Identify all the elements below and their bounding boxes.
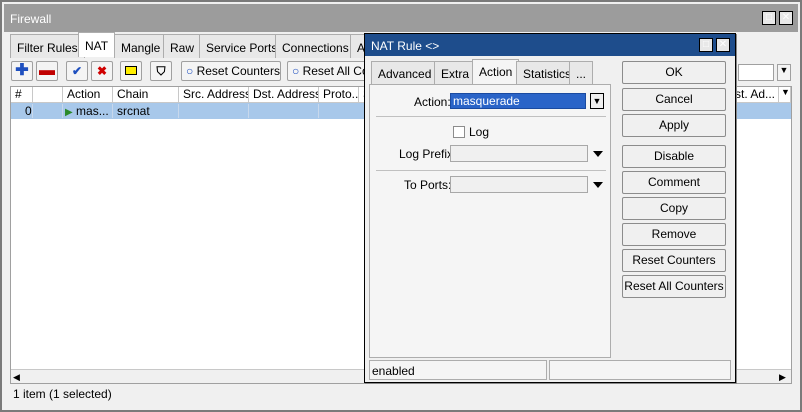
dialog-status-extra xyxy=(549,360,731,380)
status-bar: 1 item (1 selected) xyxy=(10,385,792,403)
disable-button[interactable]: Disable xyxy=(622,145,726,168)
reset-all-icon: ○ xyxy=(292,64,300,78)
log-label: Log xyxy=(469,125,490,139)
cancel-button[interactable]: Cancel xyxy=(622,88,726,111)
row-chain: srcnat xyxy=(113,104,179,118)
to-ports-label: To Ports: xyxy=(404,178,452,192)
row-flags xyxy=(33,104,63,118)
dialog-status: enabled xyxy=(369,360,547,380)
scroll-left-icon[interactable]: ◀ xyxy=(13,372,20,383)
row-action: mas... xyxy=(76,104,109,118)
find-dropdown[interactable]: ▼ xyxy=(777,64,791,81)
apply-button[interactable]: Apply xyxy=(622,114,726,137)
add-icon[interactable]: ✚ xyxy=(11,61,33,81)
rule-status: enabled xyxy=(372,364,415,378)
action-panel: Action: masquerade ▼ Log Log Prefix: To … xyxy=(369,84,611,358)
window-title: Firewall xyxy=(10,12,52,26)
log-checkbox[interactable] xyxy=(453,126,465,138)
col-number[interactable]: # xyxy=(11,87,33,103)
window-title-bar: Firewall □ ✕ xyxy=(4,4,798,32)
tab-extra[interactable]: Extra xyxy=(434,61,477,84)
ok-button[interactable]: OK xyxy=(622,61,726,84)
row-action-cell: ▶ mas... xyxy=(63,104,113,118)
action-label: Action: xyxy=(414,95,451,109)
col-src-address[interactable]: Src. Address xyxy=(179,87,249,103)
row-src-address xyxy=(179,104,249,118)
tab-mangle[interactable]: Mangle xyxy=(114,34,168,58)
copy-button[interactable]: Copy xyxy=(622,197,726,220)
col-action[interactable]: Action xyxy=(63,87,113,103)
reset-icon: ○ xyxy=(186,64,194,78)
comment-button[interactable]: Comment xyxy=(622,171,726,194)
disable-icon[interactable]: ✖ xyxy=(91,61,113,81)
masquerade-icon: ▶ xyxy=(65,107,73,118)
tab-action[interactable]: Action xyxy=(472,59,520,84)
nat-rule-dialog: NAT Rule <> □ ✕ Advanced Extra Action St… xyxy=(364,33,736,383)
col-protocol[interactable]: Proto... xyxy=(319,87,359,103)
reset-counters-button[interactable]: ○ Reset Counters xyxy=(181,61,281,81)
dialog-title: NAT Rule <> xyxy=(371,39,440,53)
divider xyxy=(376,116,606,117)
to-ports-dropdown-icon[interactable] xyxy=(593,182,603,188)
log-prefix-input[interactable] xyxy=(450,145,588,162)
dialog-maximize-button[interactable]: □ xyxy=(699,38,713,52)
reset-all-label: Reset All Co xyxy=(302,64,369,78)
dialog-close-button[interactable]: ✕ xyxy=(716,38,730,52)
tab-more[interactable]: ... xyxy=(569,61,593,84)
tab-connections[interactable]: Connections xyxy=(275,34,356,58)
reset-counters-label: Reset Counters xyxy=(196,64,280,78)
find-input[interactable] xyxy=(738,64,774,81)
log-prefix-label: Log Prefix: xyxy=(399,147,457,161)
tab-bar: Filter Rules NAT Mangle Raw Service Port… xyxy=(10,32,372,58)
tab-raw[interactable]: Raw xyxy=(163,34,202,58)
enable-icon[interactable]: ✔ xyxy=(66,61,88,81)
action-dropdown-icon[interactable]: ▼ xyxy=(590,93,604,109)
column-menu-icon[interactable]: ▼ xyxy=(779,87,791,103)
col-chain[interactable]: Chain xyxy=(113,87,179,103)
tab-service-ports[interactable]: Service Ports xyxy=(199,34,285,58)
row-number: 0 xyxy=(11,104,33,118)
filter-icon[interactable]: ⛉ xyxy=(150,61,172,81)
col-dst-address-list[interactable]: st. Ad... xyxy=(731,87,779,103)
reset-all-counters-button[interactable]: ○ Reset All Co xyxy=(287,61,369,81)
comment-icon[interactable] xyxy=(120,61,142,81)
tab-nat[interactable]: NAT xyxy=(78,32,116,57)
remove-icon[interactable]: ▬ xyxy=(36,61,58,81)
to-ports-input[interactable] xyxy=(450,176,588,193)
divider xyxy=(376,170,606,171)
item-count: 1 item (1 selected) xyxy=(13,387,112,401)
tab-filter-rules[interactable]: Filter Rules xyxy=(10,34,85,58)
tab-advanced[interactable]: Advanced xyxy=(371,61,439,84)
scroll-right-icon[interactable]: ▶ xyxy=(779,372,786,383)
log-prefix-dropdown-icon[interactable] xyxy=(593,151,603,157)
col-dst-address[interactable]: Dst. Address xyxy=(249,87,319,103)
row-dst-address xyxy=(249,104,319,118)
remove-button[interactable]: Remove xyxy=(622,223,726,246)
col-flags[interactable] xyxy=(33,87,63,103)
close-button[interactable]: ✕ xyxy=(779,11,793,25)
reset-counters-dialog-button[interactable]: Reset Counters xyxy=(622,249,726,272)
reset-all-counters-dialog-button[interactable]: Reset All Counters xyxy=(622,275,726,298)
action-select[interactable]: masquerade xyxy=(450,93,586,109)
dialog-title-bar: NAT Rule <> □ ✕ xyxy=(365,34,735,56)
maximize-button[interactable]: □ xyxy=(762,11,776,25)
